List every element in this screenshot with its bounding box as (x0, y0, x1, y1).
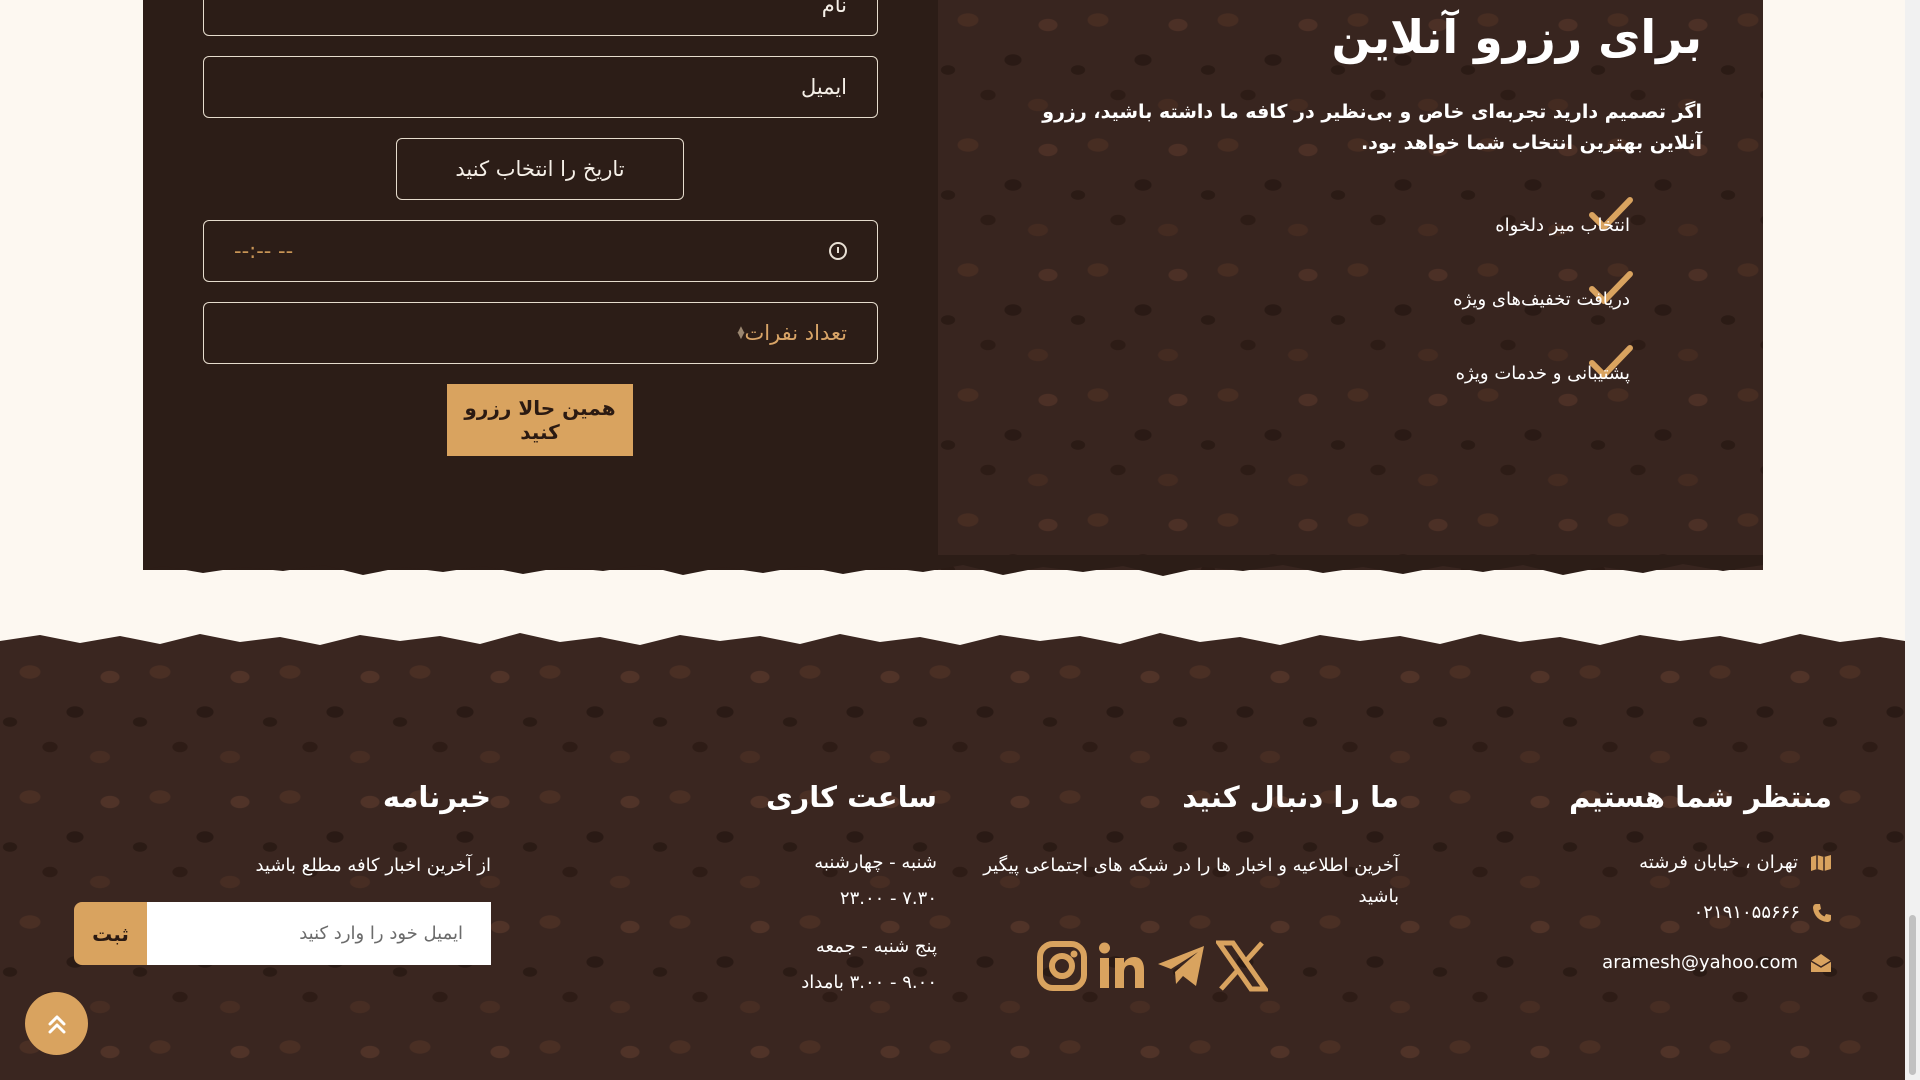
hours-time-2: ۹.۰۰ - ۳.۰۰ بامداد (801, 972, 937, 993)
x-twitter-icon[interactable] (1216, 940, 1268, 992)
telegram-icon[interactable] (1156, 940, 1208, 992)
phone-icon (1813, 903, 1831, 922)
phone-row[interactable]: ۰۲۱۹۱۰۵۵۶۶۶ (1694, 902, 1832, 923)
scrollbar-thumb[interactable] (1909, 915, 1916, 1075)
envelope-open-icon (1810, 953, 1832, 972)
newsletter-text: از آخرین اخبار کافه مطلع باشید (255, 855, 491, 876)
people-count-input[interactable]: تعداد نفرات ▲ ▼ (203, 302, 878, 364)
double-chevron-up-icon (48, 1015, 65, 1033)
feature-item: پشتیبانی و خدمات ویژه (1455, 363, 1630, 384)
phone-text[interactable]: ۰۲۱۹۱۰۵۵۶۶۶ (1694, 902, 1800, 923)
email-input[interactable]: ایمیل (203, 56, 878, 118)
date-picker-button[interactable]: تاریخ را انتخاب کنید (396, 138, 684, 200)
reservation-description: اگر تصمیم دارید تجربه‌ای خاص و بی‌نظیر د… (1042, 101, 1702, 154)
scroll-to-top-button[interactable] (25, 992, 88, 1055)
social-links (1036, 940, 1268, 992)
clock-icon[interactable] (829, 242, 847, 260)
follow-text: آخرین اطلاعیه و اخبار ها را در شبکه های … (983, 855, 1399, 907)
torn-edge-divider (143, 555, 1763, 576)
contact-title: منتظر شما هستیم (1569, 780, 1832, 814)
newsletter-submit-button[interactable]: ثبت (74, 902, 147, 965)
hours-time-1: ۷.۳۰ - ۲۳.۰۰ (839, 888, 937, 909)
feature-item: انتخاب میز دلخواه (1495, 215, 1630, 236)
feature-item: دریافت تخفیف‌های ویژه (1453, 289, 1630, 310)
hours-days-1: شنبه - چهارشنبه (814, 852, 937, 873)
newsletter-title: خبرنامه (382, 780, 491, 814)
stepper-arrows-icon[interactable]: ▲ ▼ (738, 326, 745, 341)
email-text[interactable]: aramesh@yahoo.com (1602, 952, 1798, 973)
follow-title: ما را دنبال کنید (1182, 780, 1399, 814)
newsletter-email-input[interactable] (147, 902, 491, 965)
torn-edge-divider (0, 633, 1905, 657)
address-row: تهران ، خیابان فرشته (1639, 852, 1832, 873)
coffee-beans-background (938, 0, 1763, 570)
instagram-icon[interactable] (1036, 940, 1088, 992)
time-placeholder: --:-- -- (234, 239, 294, 263)
hours-title: ساعت کاری (765, 780, 937, 814)
time-input[interactable]: --:-- -- (203, 220, 878, 282)
email-row[interactable]: aramesh@yahoo.com (1602, 952, 1832, 973)
reserve-now-button[interactable]: همین حالا رزرو کنید (447, 384, 633, 456)
reservation-title: برای رزرو آنلاین (1331, 10, 1702, 64)
hours-days-2: پنج شنبه - جمعه (815, 936, 937, 957)
name-input[interactable]: نام (203, 0, 878, 36)
linkedin-icon[interactable] (1096, 940, 1148, 992)
map-icon (1811, 854, 1831, 871)
address-text: تهران ، خیابان فرشته (1639, 852, 1798, 873)
page-scrollbar[interactable] (1905, 0, 1920, 1080)
people-placeholder: تعداد نفرات (744, 321, 847, 345)
